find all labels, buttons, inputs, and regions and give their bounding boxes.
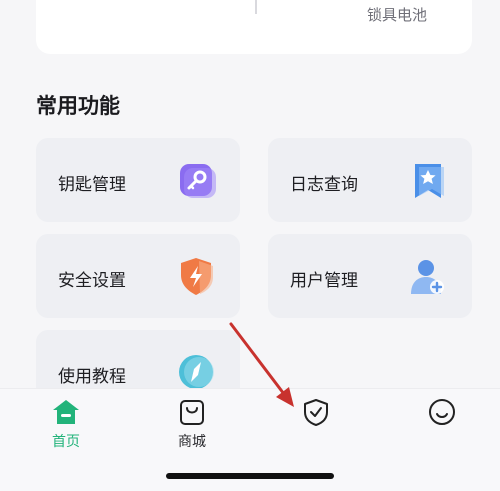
tile-label: 安全设置 xyxy=(58,271,126,291)
tile-log-query[interactable]: 日志查询 xyxy=(268,138,472,222)
tile-security-settings[interactable]: 安全设置 xyxy=(36,234,240,318)
tile-label: 用户管理 xyxy=(290,271,358,291)
tile-user-management[interactable]: 用户管理 xyxy=(268,234,472,318)
user-add-icon xyxy=(411,260,444,294)
tile-label: 日志查询 xyxy=(290,175,358,195)
lock-status-card: 锁具电池 xyxy=(36,0,472,54)
smile-icon xyxy=(429,399,455,425)
tile-key-management[interactable]: 钥匙管理 xyxy=(36,138,240,222)
lock-battery-label: 锁具电池 xyxy=(366,6,427,24)
section-title: 常用功能 xyxy=(36,94,120,118)
nav-profile[interactable] xyxy=(402,397,482,431)
app-screen: 锁具电池 常用功能 钥匙管理 日志查询 安全设置 用户管理 使用教程 首页 商城 xyxy=(0,0,500,491)
shield-bolt-icon xyxy=(181,258,213,295)
shield-check-icon xyxy=(304,399,328,426)
home-indicator xyxy=(166,473,334,479)
card-divider xyxy=(255,0,257,14)
nav-home[interactable]: 首页 xyxy=(26,397,106,451)
nav-mall[interactable]: 商城 xyxy=(152,397,232,451)
nav-security[interactable] xyxy=(276,397,356,431)
home-icon xyxy=(53,400,79,424)
bookmark-star-icon xyxy=(415,164,444,198)
tile-label: 使用教程 xyxy=(58,367,126,387)
key-icon xyxy=(180,164,216,198)
nav-label: 商城 xyxy=(178,434,206,450)
nav-label: 首页 xyxy=(52,434,80,450)
tile-label: 钥匙管理 xyxy=(58,175,126,195)
shopping-bag-icon xyxy=(180,400,204,425)
